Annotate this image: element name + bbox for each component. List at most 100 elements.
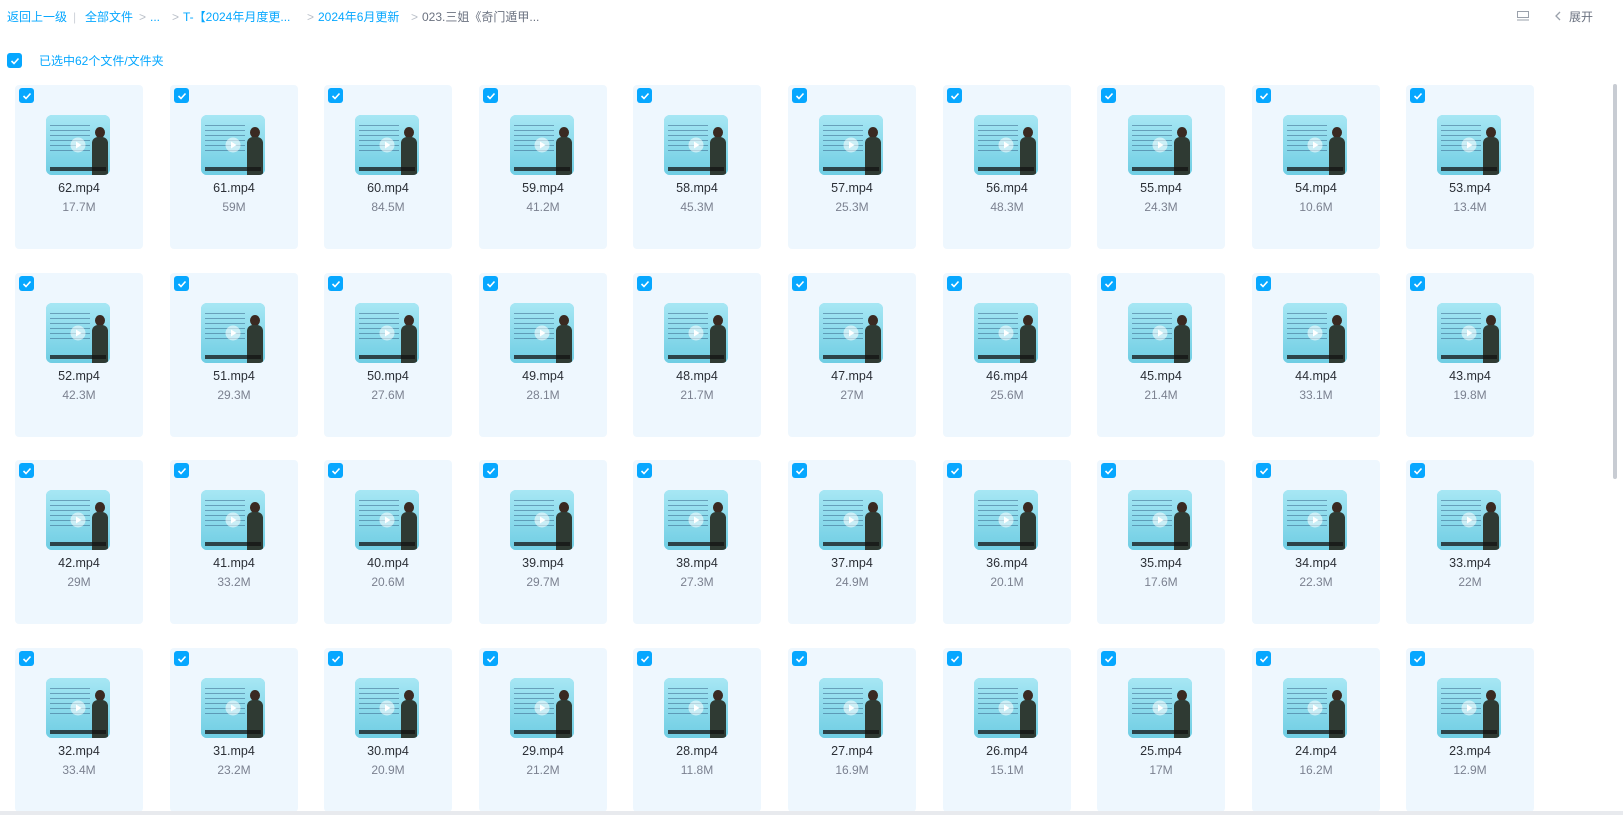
file-name[interactable]: 23.mp4 xyxy=(1406,744,1534,759)
file-name[interactable]: 29.mp4 xyxy=(479,744,607,759)
expand-button[interactable]: 展开 xyxy=(1569,10,1593,24)
file-name[interactable]: 47.mp4 xyxy=(788,369,916,384)
file-checkbox[interactable] xyxy=(1256,463,1271,478)
file-name[interactable]: 62.mp4 xyxy=(15,181,143,196)
video-thumbnail[interactable] xyxy=(819,115,883,175)
file-checkbox[interactable] xyxy=(328,463,343,478)
file-card[interactable]: 53.mp4 13.4M xyxy=(1406,85,1534,249)
file-name[interactable]: 31.mp4 xyxy=(170,744,298,759)
video-thumbnail[interactable] xyxy=(46,303,110,363)
file-checkbox[interactable] xyxy=(174,651,189,666)
video-thumbnail[interactable] xyxy=(1437,678,1501,738)
file-card[interactable]: 27.mp4 16.9M xyxy=(788,648,916,812)
file-checkbox[interactable] xyxy=(1256,88,1271,103)
video-thumbnail[interactable] xyxy=(1283,678,1347,738)
file-card[interactable]: 30.mp4 20.9M xyxy=(324,648,452,812)
video-thumbnail[interactable] xyxy=(355,303,419,363)
chevron-left-icon[interactable] xyxy=(1553,8,1563,24)
video-thumbnail[interactable] xyxy=(510,490,574,550)
file-card[interactable]: 47.mp4 27M xyxy=(788,273,916,437)
file-name[interactable]: 56.mp4 xyxy=(943,181,1071,196)
video-thumbnail[interactable] xyxy=(1437,303,1501,363)
video-thumbnail[interactable] xyxy=(1128,303,1192,363)
file-name[interactable]: 36.mp4 xyxy=(943,556,1071,571)
video-thumbnail[interactable] xyxy=(664,678,728,738)
breadcrumb-folder-june[interactable]: 2024年6月更新 xyxy=(318,10,399,24)
file-checkbox[interactable] xyxy=(792,463,807,478)
file-card[interactable]: 40.mp4 20.6M xyxy=(324,460,452,624)
file-card[interactable]: 34.mp4 22.3M xyxy=(1252,460,1380,624)
file-name[interactable]: 58.mp4 xyxy=(633,181,761,196)
video-thumbnail[interactable] xyxy=(201,678,265,738)
file-card[interactable]: 41.mp4 33.2M xyxy=(170,460,298,624)
file-name[interactable]: 50.mp4 xyxy=(324,369,452,384)
video-thumbnail[interactable] xyxy=(46,115,110,175)
file-card[interactable]: 32.mp4 33.4M xyxy=(15,648,143,812)
file-checkbox[interactable] xyxy=(483,88,498,103)
file-name[interactable]: 28.mp4 xyxy=(633,744,761,759)
file-name[interactable]: 33.mp4 xyxy=(1406,556,1534,571)
file-checkbox[interactable] xyxy=(947,463,962,478)
file-name[interactable]: 40.mp4 xyxy=(324,556,452,571)
video-thumbnail[interactable] xyxy=(1283,115,1347,175)
file-name[interactable]: 37.mp4 xyxy=(788,556,916,571)
file-checkbox[interactable] xyxy=(1256,276,1271,291)
file-name[interactable]: 32.mp4 xyxy=(15,744,143,759)
file-name[interactable]: 60.mp4 xyxy=(324,181,452,196)
file-checkbox[interactable] xyxy=(1101,651,1116,666)
video-thumbnail[interactable] xyxy=(46,678,110,738)
video-thumbnail[interactable] xyxy=(201,490,265,550)
file-name[interactable]: 61.mp4 xyxy=(170,181,298,196)
file-checkbox[interactable] xyxy=(19,463,34,478)
video-thumbnail[interactable] xyxy=(819,678,883,738)
video-thumbnail[interactable] xyxy=(819,303,883,363)
video-thumbnail[interactable] xyxy=(974,490,1038,550)
file-name[interactable]: 54.mp4 xyxy=(1252,181,1380,196)
video-thumbnail[interactable] xyxy=(664,115,728,175)
file-name[interactable]: 27.mp4 xyxy=(788,744,916,759)
file-checkbox[interactable] xyxy=(19,276,34,291)
file-card[interactable]: 29.mp4 21.2M xyxy=(479,648,607,812)
video-thumbnail[interactable] xyxy=(201,115,265,175)
video-thumbnail[interactable] xyxy=(664,490,728,550)
breadcrumb-ellipsis[interactable]: ... xyxy=(150,10,160,24)
file-card[interactable]: 45.mp4 21.4M xyxy=(1097,273,1225,437)
file-card[interactable]: 28.mp4 11.8M xyxy=(633,648,761,812)
file-card[interactable]: 49.mp4 28.1M xyxy=(479,273,607,437)
back-link[interactable]: 返回上一级 xyxy=(7,10,67,24)
file-card[interactable]: 60.mp4 84.5M xyxy=(324,85,452,249)
video-thumbnail[interactable] xyxy=(974,678,1038,738)
file-checkbox[interactable] xyxy=(1101,88,1116,103)
scrollbar[interactable] xyxy=(1613,84,1619,784)
file-name[interactable]: 48.mp4 xyxy=(633,369,761,384)
file-name[interactable]: 35.mp4 xyxy=(1097,556,1225,571)
file-name[interactable]: 38.mp4 xyxy=(633,556,761,571)
file-card[interactable]: 51.mp4 29.3M xyxy=(170,273,298,437)
file-checkbox[interactable] xyxy=(792,276,807,291)
file-card[interactable]: 24.mp4 16.2M xyxy=(1252,648,1380,812)
file-checkbox[interactable] xyxy=(328,276,343,291)
video-thumbnail[interactable] xyxy=(664,303,728,363)
file-name[interactable]: 41.mp4 xyxy=(170,556,298,571)
file-name[interactable]: 57.mp4 xyxy=(788,181,916,196)
video-thumbnail[interactable] xyxy=(1128,678,1192,738)
file-card[interactable]: 33.mp4 22M xyxy=(1406,460,1534,624)
video-thumbnail[interactable] xyxy=(510,303,574,363)
file-checkbox[interactable] xyxy=(792,88,807,103)
video-thumbnail[interactable] xyxy=(355,115,419,175)
video-thumbnail[interactable] xyxy=(1128,115,1192,175)
file-checkbox[interactable] xyxy=(1410,88,1425,103)
video-thumbnail[interactable] xyxy=(510,115,574,175)
file-name[interactable]: 43.mp4 xyxy=(1406,369,1534,384)
video-thumbnail[interactable] xyxy=(355,678,419,738)
video-thumbnail[interactable] xyxy=(201,303,265,363)
file-checkbox[interactable] xyxy=(637,88,652,103)
file-checkbox[interactable] xyxy=(1410,463,1425,478)
file-checkbox[interactable] xyxy=(947,88,962,103)
file-checkbox[interactable] xyxy=(1101,463,1116,478)
video-thumbnail[interactable] xyxy=(355,490,419,550)
file-card[interactable]: 58.mp4 45.3M xyxy=(633,85,761,249)
file-card[interactable]: 52.mp4 42.3M xyxy=(15,273,143,437)
file-checkbox[interactable] xyxy=(637,463,652,478)
file-checkbox[interactable] xyxy=(174,88,189,103)
